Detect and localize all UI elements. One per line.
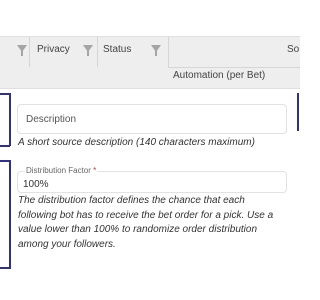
filter-icon[interactable] xyxy=(151,45,161,56)
distribution-factor-label: Distribution Factor * xyxy=(25,166,98,175)
distribution-factor-label-text: Distribution Factor xyxy=(26,166,91,175)
column-status[interactable]: Status xyxy=(103,44,131,55)
column-so[interactable]: So xyxy=(287,44,299,55)
column-separator xyxy=(168,37,169,67)
column-automation-per-bet[interactable]: Automation (per Bet) xyxy=(173,70,265,81)
left-accent-bar-bottom xyxy=(9,160,11,269)
left-accent-bar-top xyxy=(9,93,11,146)
right-accent-bar xyxy=(297,93,299,131)
table-header: Privacy Status So Automation (per Bet) xyxy=(0,36,300,89)
distribution-factor-value: 100% xyxy=(23,179,49,190)
required-mark: * xyxy=(93,166,97,175)
column-separator xyxy=(97,37,98,67)
left-accent-tick xyxy=(0,160,10,162)
column-separator xyxy=(29,37,30,67)
description-placeholder: Description xyxy=(26,114,77,125)
filter-icon[interactable] xyxy=(83,45,93,56)
description-field[interactable]: Description xyxy=(17,104,287,134)
column-privacy[interactable]: Privacy xyxy=(37,44,70,55)
left-accent-tick xyxy=(0,267,10,269)
left-accent-tick xyxy=(0,145,10,147)
subheader-divider xyxy=(168,67,300,68)
distribution-factor-helper-text: The distribution factor defines the chan… xyxy=(18,195,274,250)
description-helper-text: A short source description (140 characte… xyxy=(18,137,255,148)
filter-icon[interactable] xyxy=(17,45,27,56)
left-accent-tick xyxy=(0,93,10,95)
